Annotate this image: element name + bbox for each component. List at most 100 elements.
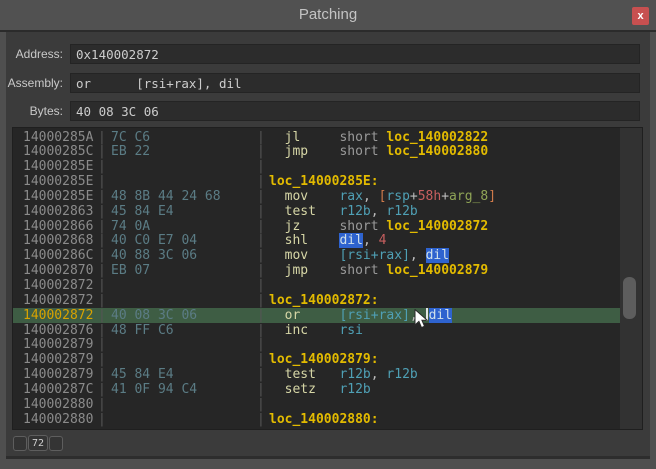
listing-row[interactable]: 14000285C | EB 22 | jmp short loc_140002880 bbox=[13, 144, 620, 159]
row-disassembly: loc_140002879: bbox=[269, 352, 379, 367]
token-kw: short bbox=[339, 218, 387, 234]
token-kw: short bbox=[339, 263, 387, 279]
assembly-label: Assembly: bbox=[7, 76, 63, 90]
column-separator: | bbox=[98, 263, 106, 279]
column-separator: | bbox=[257, 233, 265, 249]
column-separator: | bbox=[98, 129, 106, 145]
row-address: 140002872 bbox=[23, 292, 94, 308]
column-separator: | bbox=[257, 337, 265, 353]
column-separator: | bbox=[257, 174, 265, 190]
listing-row[interactable]: 140002868 | 40 C0 E7 04 | shl dil, 4 bbox=[13, 233, 620, 249]
listing-row[interactable]: 140002866 | 74 0A | jz short loc_140002872 bbox=[13, 219, 620, 234]
listing-row[interactable]: 140002879 | 45 84 E4 | test r12b, r12b bbox=[13, 367, 620, 382]
column-separator: | bbox=[98, 278, 106, 293]
listing-row[interactable]: 140002879 | | bbox=[13, 337, 620, 352]
token-label: loc_140002872: bbox=[269, 292, 379, 308]
listing-row[interactable]: 140002872 | | bbox=[13, 278, 620, 293]
column-separator: | bbox=[257, 367, 265, 383]
column-separator: | bbox=[257, 218, 265, 234]
listing-row[interactable]: 140002876 | 48 FF C6 | inc rsi bbox=[13, 323, 620, 338]
token-obr: ] bbox=[488, 188, 497, 204]
token-mnem: mov bbox=[269, 248, 340, 264]
listing-row[interactable]: 140002879 | | loc_140002879: bbox=[13, 352, 620, 367]
column-separator: | bbox=[257, 159, 265, 175]
token-reg: [rsi+rax] bbox=[339, 307, 410, 323]
assembly-input[interactable] bbox=[70, 73, 640, 93]
listing-row[interactable]: 14000285E | | bbox=[13, 159, 620, 174]
title-bar[interactable]: Patching x bbox=[0, 0, 656, 30]
token-punct: , bbox=[370, 203, 387, 219]
column-separator: | bbox=[257, 278, 265, 293]
scrollbar-thumb[interactable] bbox=[623, 277, 636, 319]
token-mnem: shl bbox=[269, 233, 340, 249]
token-label: loc_140002879: bbox=[269, 352, 379, 368]
footer-counter-value: 72 bbox=[31, 438, 45, 449]
listing-row[interactable]: 140002870 | EB 07 | jmp short loc_140002879 bbox=[13, 263, 620, 278]
token-reg: r12b bbox=[339, 367, 371, 383]
column-separator: | bbox=[257, 396, 265, 412]
listing-row[interactable]: 14000286C | 40 88 3C 06 | mov [rsi+rax], di… bbox=[13, 248, 620, 264]
row-disassembly: or [rsi+rax], dil bbox=[269, 307, 453, 323]
token-reg: r12b bbox=[339, 381, 371, 397]
token-kw: short bbox=[339, 129, 387, 145]
token-mnem: test bbox=[269, 367, 340, 383]
column-separator: | bbox=[257, 188, 265, 204]
column-separator: | bbox=[98, 322, 106, 338]
listing-row[interactable]: 140002880 | | bbox=[13, 397, 620, 412]
listing-row[interactable]: 14000285A | 7C C6 | jl short loc_140002822 bbox=[13, 130, 620, 145]
token-punct: , bbox=[362, 233, 379, 249]
column-separator: | bbox=[98, 159, 106, 175]
row-bytes: 48 FF C6 bbox=[111, 322, 174, 338]
row-disassembly: mov rax, [rsp+58h+arg_8] bbox=[269, 189, 496, 204]
bytes-input[interactable] bbox=[70, 101, 640, 121]
column-separator: | bbox=[257, 352, 265, 368]
token-target: loc_140002880 bbox=[386, 144, 489, 160]
row-address: 14000285E bbox=[23, 174, 94, 190]
token-svar: arg_8 bbox=[449, 188, 489, 204]
column-separator: | bbox=[257, 129, 265, 145]
footer-box-right[interactable] bbox=[49, 436, 63, 451]
row-disassembly: inc rsi bbox=[269, 323, 363, 338]
token-punct: + bbox=[441, 188, 450, 204]
row-bytes: 74 0A bbox=[111, 218, 151, 234]
row-address: 14000286C bbox=[23, 248, 94, 264]
row-address: 140002863 bbox=[23, 203, 94, 219]
row-disassembly: loc_14000285E: bbox=[269, 174, 379, 189]
row-bytes: 41 0F 94 C4 bbox=[111, 381, 198, 397]
listing-row[interactable]: 140002872 | 40 08 3C 06 | or [rsi+rax], dil bbox=[13, 307, 620, 323]
listing-row[interactable]: 140002863 | 45 84 E4 | test r12b, r12b bbox=[13, 204, 620, 219]
patching-dialog: Patching x Address: Assembly: Bytes: 140… bbox=[0, 0, 656, 469]
row-address: 14000285E bbox=[23, 188, 94, 204]
column-separator: | bbox=[257, 307, 265, 323]
listing-row[interactable]: 140002880 | | loc_140002880: bbox=[13, 412, 620, 427]
disassembly-listing[interactable]: 14000285A | 7C C6 | jl short loc_140002822 1… bbox=[12, 127, 643, 430]
footer-counter[interactable]: 72 bbox=[28, 435, 48, 451]
token-kw: short bbox=[339, 144, 387, 160]
row-bytes: 48 8B 44 24 68 bbox=[111, 188, 221, 204]
row-address: 140002870 bbox=[23, 263, 94, 279]
column-separator: | bbox=[98, 203, 106, 219]
listing-row[interactable]: 14000285E | | loc_14000285E: bbox=[13, 174, 620, 189]
token-reg: r12b bbox=[386, 203, 418, 219]
column-separator: | bbox=[257, 322, 265, 338]
close-button[interactable]: x bbox=[632, 7, 649, 25]
footer-box-left[interactable] bbox=[13, 436, 27, 451]
column-separator: | bbox=[98, 233, 106, 249]
token-target: loc_140002879 bbox=[386, 263, 489, 279]
listing-row[interactable]: 14000287C | 41 0F 94 C4 | setz r12b bbox=[13, 382, 620, 397]
column-separator: | bbox=[257, 263, 265, 279]
row-bytes: 45 84 E4 bbox=[111, 203, 174, 219]
listing-row[interactable]: 140002872 | | loc_140002872: bbox=[13, 293, 620, 308]
token-mnem: or bbox=[269, 307, 340, 323]
column-separator: | bbox=[98, 381, 106, 397]
column-separator: | bbox=[98, 292, 106, 308]
address-input[interactable] bbox=[70, 44, 640, 64]
row-bytes: EB 22 bbox=[111, 144, 151, 160]
column-separator: | bbox=[257, 203, 265, 219]
row-address: 140002876 bbox=[23, 322, 94, 338]
scrollbar-track[interactable] bbox=[620, 128, 642, 429]
token-mnem: jz bbox=[269, 218, 340, 234]
token-mnem: mov bbox=[269, 188, 340, 204]
listing-row[interactable]: 14000285E | 48 8B 44 24 68 | mov rax, [rsp+… bbox=[13, 189, 620, 204]
token-num: 4 bbox=[378, 233, 387, 249]
